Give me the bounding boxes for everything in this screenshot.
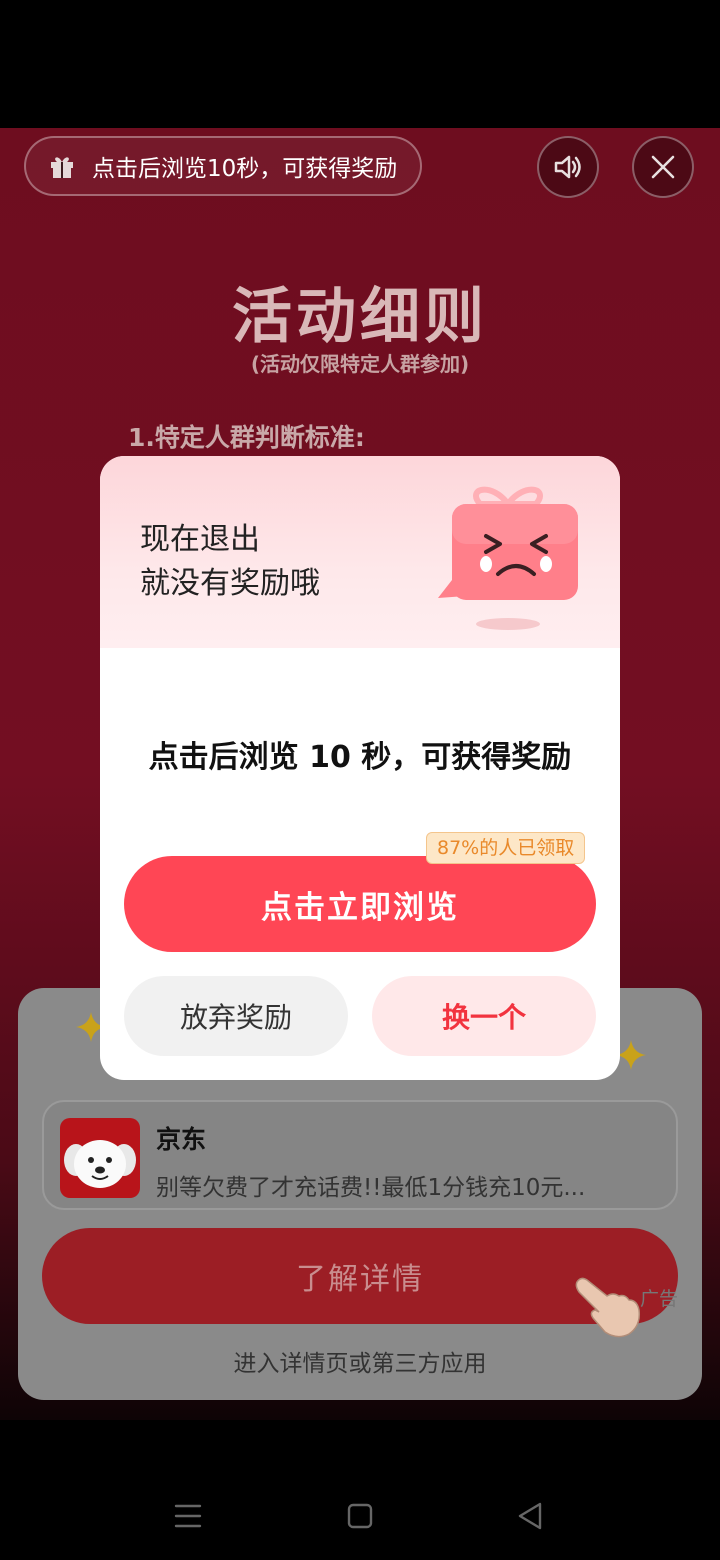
browse-now-label: 点击立即浏览 (261, 889, 459, 926)
reward-notice-text: 点击后浏览10秒，可获得奖励 (92, 156, 398, 182)
jd-dog-logo-icon (64, 1140, 136, 1188)
gift-icon (51, 157, 73, 178)
speaker-icon (554, 155, 581, 179)
dialog-title-line2: 就没有奖励哦 (140, 566, 320, 601)
dialog-header: 现在退出 就没有奖励哦 (100, 456, 620, 648)
app-description: 别等欠费了才充话费!!最低1分钱充10元... (156, 1175, 586, 1201)
app-logo (60, 1118, 140, 1198)
app-info-card[interactable]: 京东 别等欠费了才充话费!!最低1分钱充10元... (42, 1100, 678, 1210)
close-button[interactable] (632, 136, 694, 198)
browse-now-button[interactable]: 点击立即浏览 (124, 856, 596, 952)
close-icon (651, 155, 675, 179)
ad-label: 广告 (640, 1288, 679, 1310)
back-icon[interactable] (510, 1496, 550, 1536)
system-navigation-bar (0, 1420, 720, 1560)
claimed-badge: 87%的人已领取 (426, 832, 586, 864)
switch-ad-button[interactable]: 换一个 (372, 976, 596, 1056)
rules-subtitle: (活动仅限特定人群参加) (250, 352, 470, 376)
switch-label: 换一个 (441, 1001, 526, 1034)
sparkle-icon (616, 1040, 646, 1070)
give-up-reward-button[interactable]: 放弃奖励 (124, 976, 348, 1056)
dialog-message: 点击后浏览 10 秒，可获得奖励 (148, 740, 572, 775)
status-area (0, 0, 720, 128)
app-name: 京东 (156, 1125, 207, 1154)
rules-item: 1.特定人群判断标准: (128, 423, 365, 452)
menu-icon[interactable] (168, 1496, 208, 1536)
screen: 点击后浏览10秒，可获得奖励 活动细则 (活动仅限特定人群参加) 1.特定人群判… (0, 0, 720, 1560)
sound-button[interactable] (537, 136, 599, 198)
learn-more-label: 了解详情 (296, 1262, 424, 1297)
reward-notice: 点击后浏览10秒，可获得奖励 (24, 136, 422, 196)
rules-title: 活动细则 (232, 282, 488, 352)
sad-gift-icon (438, 486, 578, 630)
detail-hint: 进入详情页或第三方应用 (233, 1351, 487, 1377)
give-up-label: 放弃奖励 (179, 1001, 292, 1034)
exit-warning-dialog: 现在退出 就没有奖励哦 点击后浏览 10 秒，可获得奖励 点击立即浏览 87%的… (100, 456, 620, 1080)
pointing-hand-icon (575, 1277, 641, 1338)
dialog-title-line1: 现在退出 (140, 522, 260, 557)
home-icon[interactable] (340, 1496, 380, 1536)
